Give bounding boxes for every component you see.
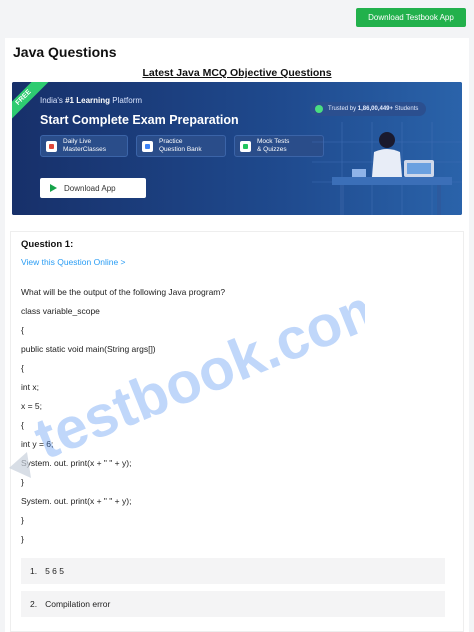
feature-line1: Practice (159, 138, 183, 145)
video-icon (46, 141, 57, 152)
question-card: Question 1: View this Question Online > … (10, 231, 464, 632)
student-laptop-illustration (312, 122, 462, 215)
code-line: x = 5; (21, 401, 43, 411)
kicker-prefix: India's (40, 96, 63, 105)
code-line: int x; (21, 382, 39, 392)
code-line: class variable_scope (21, 306, 100, 316)
page: Download Testbook App Java Questions Lat… (0, 0, 474, 632)
question-heading: Question 1: (21, 239, 74, 250)
option-text: 5 6 5 (45, 566, 64, 576)
code-line: int y = 6; (21, 439, 54, 449)
code-line: { (21, 363, 24, 373)
view-question-online-link[interactable]: View this Question Online > (21, 257, 126, 267)
page-subtitle-link[interactable]: Latest Java MCQ Objective Questions (5, 67, 469, 79)
code-line: { (21, 420, 24, 430)
code-line: } (21, 477, 24, 487)
feature-line2: & Quizzes (257, 146, 287, 153)
feature-line2: Question Bank (159, 146, 202, 153)
option-text: Compilation error (45, 599, 111, 609)
feature-line1: Mock Tests (257, 138, 290, 145)
trust-badge: Trusted by 1,86,00,449+ Students (310, 102, 427, 116)
download-testbook-app-button[interactable]: Download Testbook App (356, 8, 466, 27)
book-icon (142, 141, 153, 152)
trust-prefix: Trusted by (328, 106, 357, 112)
code-line: { (21, 325, 24, 335)
code-line: } (21, 534, 24, 544)
feature-mock-tests: Mock Tests & Quizzes (234, 135, 324, 157)
feature-practice-question-bank: Practice Question Bank (136, 135, 226, 157)
checklist-icon (240, 141, 251, 152)
code-line: System. out. print(x + " " + y); (21, 496, 132, 506)
banner-kicker: India's #1 Learning Platform (40, 96, 142, 105)
answer-option[interactable]: 2. Compilation error (21, 591, 445, 617)
option-number: 2. (30, 599, 38, 609)
trust-suffix: Students (394, 106, 419, 112)
download-app-label: Download App (64, 183, 116, 193)
page-title: Java Questions (13, 44, 117, 60)
feature-line1: Daily Live (63, 138, 92, 145)
option-number: 1. (30, 566, 38, 576)
code-line: System. out. print(x + " " + y); (21, 458, 132, 468)
content-card: Java Questions Latest Java MCQ Objective… (5, 38, 469, 632)
download-app-button[interactable]: Download App (40, 178, 146, 198)
answer-option[interactable]: 1. 5 6 5 (21, 558, 445, 584)
play-store-icon (50, 184, 57, 192)
question-line: What will be the output of the following… (21, 287, 226, 297)
code-line: } (21, 515, 24, 525)
shield-check-icon (315, 105, 323, 113)
kicker-bold: #1 Learning (65, 96, 111, 105)
code-line: public static void main(String args[]) (21, 344, 156, 354)
feature-line2: MasterClasses (63, 146, 106, 153)
feature-live-masterclasses: Daily Live MasterClasses (40, 135, 128, 157)
promo-banner[interactable]: FREE India's #1 Learning Platform Start … (12, 82, 462, 215)
trust-count: 1,86,00,449+ (357, 106, 393, 112)
kicker-suffix: Platform (112, 96, 143, 105)
banner-headline: Start Complete Exam Preparation (40, 113, 239, 127)
